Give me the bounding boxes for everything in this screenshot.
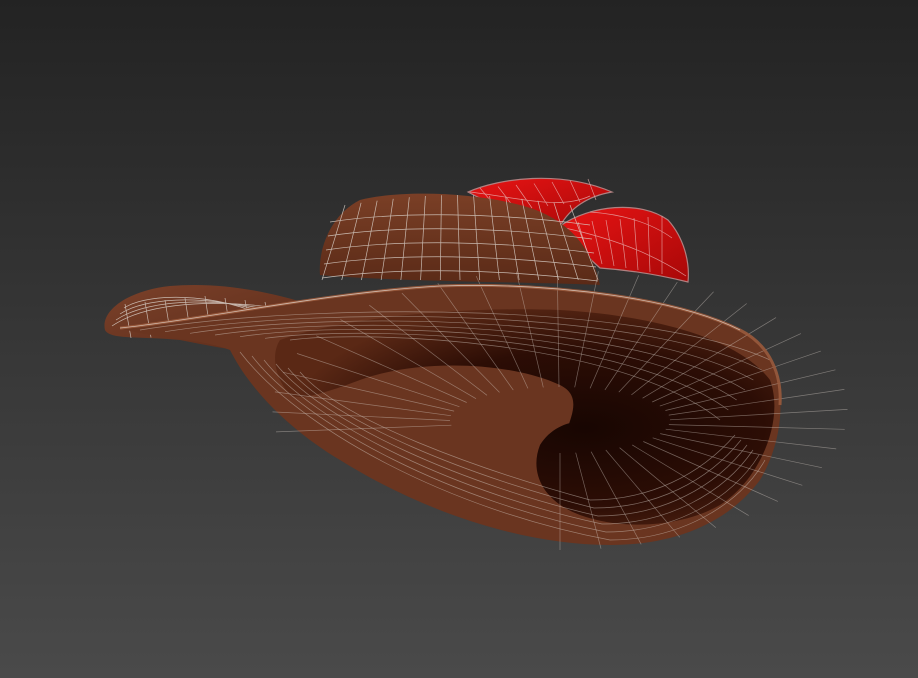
hat-model[interactable] [0,0,918,678]
hat-brim[interactable] [119,269,848,550]
3d-viewport[interactable] [0,0,918,678]
